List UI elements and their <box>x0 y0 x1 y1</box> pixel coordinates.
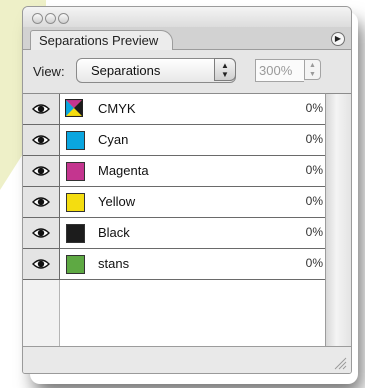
eye-icon <box>32 104 50 114</box>
view-label: View: <box>33 64 65 79</box>
separation-percent: 0% <box>305 225 323 239</box>
vertical-scrollbar[interactable] <box>325 93 351 346</box>
separation-label: Black <box>98 225 130 240</box>
swatch-cmyk <box>65 99 83 117</box>
separation-percent: 0% <box>305 132 323 146</box>
separation-row-stans[interactable]: stans 0% <box>23 249 325 280</box>
separation-percent: 0% <box>305 101 323 115</box>
updown-arrows-icon: ▲ ▼ <box>214 58 236 81</box>
separation-label: Cyan <box>98 132 129 147</box>
eye-icon <box>32 135 50 145</box>
resize-grip-icon[interactable] <box>333 356 347 370</box>
separation-row-cyan[interactable]: Cyan 0% <box>23 125 325 156</box>
visibility-toggle[interactable] <box>23 187 60 217</box>
separation-label: stans <box>98 256 130 271</box>
separation-percent: 0% <box>305 194 323 208</box>
separation-row-cmyk[interactable]: CMYK 0% <box>23 94 325 125</box>
separation-label: Magenta <box>98 163 149 178</box>
separations-list: CMYK 0% Cyan 0% Magenta 0% Yellow 0% Bla… <box>23 93 325 346</box>
swatch-cyan <box>66 131 85 150</box>
swatch-yellow <box>66 193 85 212</box>
flyout-menu-icon[interactable]: ▶ <box>331 32 345 46</box>
separation-label: CMYK <box>98 101 136 116</box>
panel-footer <box>23 346 351 373</box>
visibility-toggle[interactable] <box>23 249 60 279</box>
minimize-button[interactable] <box>45 13 56 24</box>
visibility-toggle[interactable] <box>23 156 60 186</box>
visibility-toggle[interactable] <box>23 125 60 155</box>
swatch-stans <box>66 255 85 274</box>
separation-percent: 0% <box>305 163 323 177</box>
view-select[interactable]: Separations ▲ ▼ <box>76 58 236 83</box>
separation-percent: 0% <box>305 256 323 270</box>
eye-icon <box>32 197 50 207</box>
eye-icon <box>32 259 50 269</box>
zoom-stepper[interactable]: ▲ ▼ <box>304 59 321 80</box>
visibility-toggle[interactable] <box>23 94 60 124</box>
zoom-value: 300% <box>259 63 293 78</box>
close-button[interactable] <box>32 13 43 24</box>
visibility-toggle[interactable] <box>23 218 60 248</box>
separation-row-yellow[interactable]: Yellow 0% <box>23 187 325 218</box>
view-toolbar: View: Separations ▲ ▼ 300% ▲ ▼ <box>23 50 351 90</box>
eye-icon <box>32 228 50 238</box>
panel-tab-strip: Separations Preview ▶ <box>23 27 351 50</box>
eye-icon <box>32 166 50 176</box>
tab-separations-preview[interactable]: Separations Preview <box>30 30 174 50</box>
separations-preview-panel: Separations Preview ▶ View: Separations … <box>22 6 352 374</box>
zoom-button[interactable] <box>58 13 69 24</box>
swatch-black <box>66 224 85 243</box>
zoom-input[interactable]: 300% <box>255 59 304 82</box>
view-select-value: Separations <box>91 63 161 78</box>
separation-row-black[interactable]: Black 0% <box>23 218 325 249</box>
title-bar[interactable] <box>23 7 351 27</box>
separation-label: Yellow <box>98 194 136 209</box>
swatch-magenta <box>66 162 85 181</box>
separation-row-magenta[interactable]: Magenta 0% <box>23 156 325 187</box>
